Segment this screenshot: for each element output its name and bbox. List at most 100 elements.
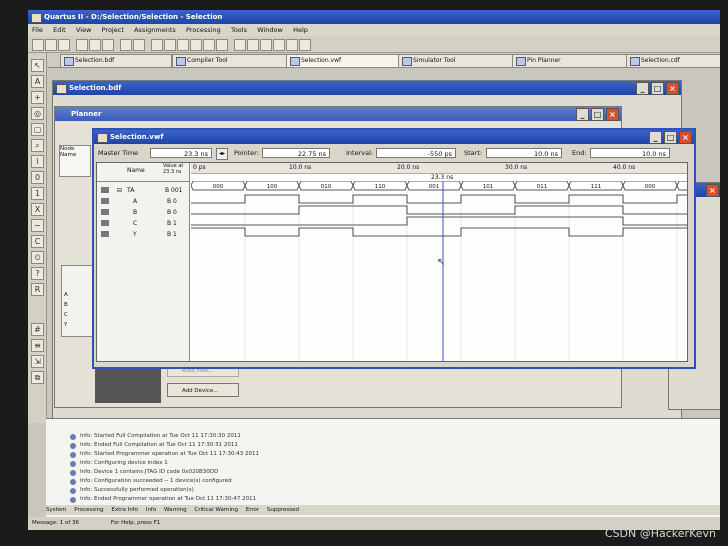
cut-icon[interactable] bbox=[76, 39, 88, 51]
menu-file[interactable]: File bbox=[32, 26, 43, 34]
log-line[interactable]: Info: Successfully performed operation(s… bbox=[80, 487, 194, 493]
log-line[interactable]: Info: Configuration succeeded -- 1 devic… bbox=[80, 478, 232, 484]
app-titlebar: Quartus II - D:/Selection/Selection - Se… bbox=[28, 10, 720, 24]
log-line[interactable]: Info: Ended Programmer operation at Tue … bbox=[80, 496, 256, 502]
clock-icon[interactable]: ⏲ bbox=[31, 251, 44, 264]
menu-project[interactable]: Project bbox=[102, 26, 124, 34]
tab-pin-planner[interactable]: Pin Planner bbox=[512, 54, 632, 68]
add-device-button[interactable]: Add Device... bbox=[167, 383, 239, 397]
menu-tools[interactable]: Tools bbox=[231, 26, 247, 34]
tab-selection-bdf[interactable]: Selection.bdf bbox=[60, 54, 172, 68]
select-tool-icon[interactable]: ↖ bbox=[31, 59, 44, 72]
left-tool-palette: ↖ A + ◎ ▢ ⌕ ⌇ 0 1 X ~ C ⏲ ? R # ≡ ⇲ ⧉ bbox=[28, 53, 47, 423]
menu-assignments[interactable]: Assignments bbox=[134, 26, 176, 34]
chip-planner-icon[interactable] bbox=[234, 39, 246, 51]
timing-icon[interactable] bbox=[190, 39, 202, 51]
node-y[interactable]: Y bbox=[64, 322, 67, 328]
forcing-x-icon[interactable]: X bbox=[31, 203, 44, 216]
sort-icon[interactable]: ≡ bbox=[31, 339, 44, 352]
vwf-close-button[interactable]: × bbox=[679, 131, 692, 144]
menu-processing[interactable]: Processing bbox=[186, 26, 221, 34]
bdf-maximize-button[interactable]: □ bbox=[651, 82, 664, 95]
menu-help[interactable]: Help bbox=[293, 26, 308, 34]
random-value-icon[interactable]: R bbox=[31, 283, 44, 296]
planner-minimize-button[interactable]: _ bbox=[576, 108, 589, 121]
menu-view[interactable]: View bbox=[76, 26, 91, 34]
bdf-minimize-button[interactable]: _ bbox=[636, 82, 649, 95]
tab-simulator-tool[interactable]: Simulator Tool bbox=[398, 54, 518, 68]
bus-value-label: 110 bbox=[375, 184, 386, 190]
node-a[interactable]: A bbox=[64, 292, 68, 298]
count-value-icon[interactable]: C bbox=[31, 235, 44, 248]
copy-icon[interactable] bbox=[89, 39, 101, 51]
cdf-close-button[interactable]: × bbox=[706, 184, 719, 197]
signal-row-ta[interactable]: ⊟ TA B 001 bbox=[97, 185, 189, 196]
help-icon[interactable] bbox=[133, 39, 145, 51]
pin-planner-icon[interactable] bbox=[260, 39, 272, 51]
tab-extra-info[interactable]: Extra Info bbox=[111, 507, 138, 513]
tab-processing[interactable]: Processing bbox=[74, 507, 103, 513]
tab-critical-warning[interactable]: Critical Warning bbox=[194, 507, 238, 513]
waveform-icon[interactable]: ⌇ bbox=[31, 155, 44, 168]
settings-gear-icon[interactable] bbox=[286, 39, 298, 51]
open-file-icon[interactable] bbox=[45, 39, 57, 51]
node-b[interactable]: B bbox=[64, 302, 68, 308]
start-icon[interactable] bbox=[177, 39, 189, 51]
tab-info[interactable]: Info bbox=[146, 507, 156, 513]
tab-suppressed[interactable]: Suppressed bbox=[267, 507, 299, 513]
megawizard-icon[interactable] bbox=[273, 39, 285, 51]
log-line[interactable]: Info: Started Programmer operation at Tu… bbox=[80, 451, 259, 457]
vwf-minimize-button[interactable]: _ bbox=[649, 131, 662, 144]
signal-row-b[interactable]: B B 0 bbox=[97, 207, 189, 218]
save-icon[interactable] bbox=[58, 39, 70, 51]
expand-icon[interactable]: ⇲ bbox=[31, 355, 44, 368]
bdf-close-button[interactable]: × bbox=[666, 82, 679, 95]
fullscreen-icon[interactable]: ▢ bbox=[31, 123, 44, 136]
find-icon[interactable]: ⌕ bbox=[31, 139, 44, 152]
invert-icon[interactable]: ~ bbox=[31, 219, 44, 232]
paste-icon[interactable] bbox=[102, 39, 114, 51]
log-line[interactable]: Info: Ended Full Compilation at Tue Oct … bbox=[80, 442, 238, 448]
tab-selection-cdf[interactable]: Selection.cdf bbox=[626, 54, 720, 68]
tab-system[interactable]: System bbox=[46, 507, 67, 513]
node-c[interactable]: C bbox=[64, 312, 68, 318]
programmer-icon[interactable] bbox=[216, 39, 228, 51]
report-icon[interactable] bbox=[299, 39, 311, 51]
compile-icon[interactable] bbox=[164, 39, 176, 51]
pointer-label: Pointer: bbox=[234, 149, 259, 157]
group-icon[interactable]: ⧉ bbox=[31, 371, 44, 384]
zoom-in-icon[interactable]: + bbox=[31, 91, 44, 104]
text-tool-icon[interactable]: A bbox=[31, 75, 44, 88]
menu-edit[interactable]: Edit bbox=[53, 26, 66, 34]
undo-icon[interactable] bbox=[120, 39, 132, 51]
end-field[interactable]: 10.0 ns bbox=[590, 148, 670, 158]
start-field[interactable]: 10.0 ns bbox=[486, 148, 562, 158]
rtl-viewer-icon[interactable] bbox=[247, 39, 259, 51]
forcing-low-icon[interactable]: 0 bbox=[31, 171, 44, 184]
log-line[interactable]: Info: Device 1 contains JTAG ID code 0x0… bbox=[80, 469, 218, 475]
waveform-plot[interactable]: 000100010110001101011111000100 ↖ bbox=[191, 181, 687, 361]
master-time-field[interactable]: 23.3 ns bbox=[150, 148, 212, 158]
vwf-maximize-button[interactable]: □ bbox=[664, 131, 677, 144]
signal-row-c[interactable]: C B 1 bbox=[97, 218, 189, 229]
simulate-icon[interactable] bbox=[203, 39, 215, 51]
master-time-spinner[interactable]: ◂▸ bbox=[216, 148, 228, 160]
tab-warning[interactable]: Warning bbox=[164, 507, 187, 513]
signal-row-a[interactable]: A B 0 bbox=[97, 196, 189, 207]
signal-row-y[interactable]: Y B 1 bbox=[97, 229, 189, 240]
planner-maximize-button[interactable]: □ bbox=[591, 108, 604, 121]
log-line[interactable]: Info: Started Full Compilation at Tue Oc… bbox=[80, 433, 241, 439]
menu-window[interactable]: Window bbox=[257, 26, 283, 34]
forcing-high-icon[interactable]: 1 bbox=[31, 187, 44, 200]
log-line[interactable]: Info: Configuring device index 1 bbox=[80, 460, 168, 466]
new-file-icon[interactable] bbox=[32, 39, 44, 51]
tab-compiler-tool[interactable]: Compiler Tool bbox=[172, 54, 292, 68]
expand-icon[interactable]: ⊟ bbox=[117, 185, 122, 196]
tab-selection-vwf[interactable]: Selection.vwf bbox=[286, 54, 402, 68]
snap-grid-icon[interactable]: # bbox=[31, 323, 44, 336]
arbitrary-value-icon[interactable]: ? bbox=[31, 267, 44, 280]
zoom-icon[interactable]: ◎ bbox=[31, 107, 44, 120]
settings-icon[interactable] bbox=[151, 39, 163, 51]
tab-error[interactable]: Error bbox=[246, 507, 259, 513]
planner-close-button[interactable]: × bbox=[606, 108, 619, 121]
